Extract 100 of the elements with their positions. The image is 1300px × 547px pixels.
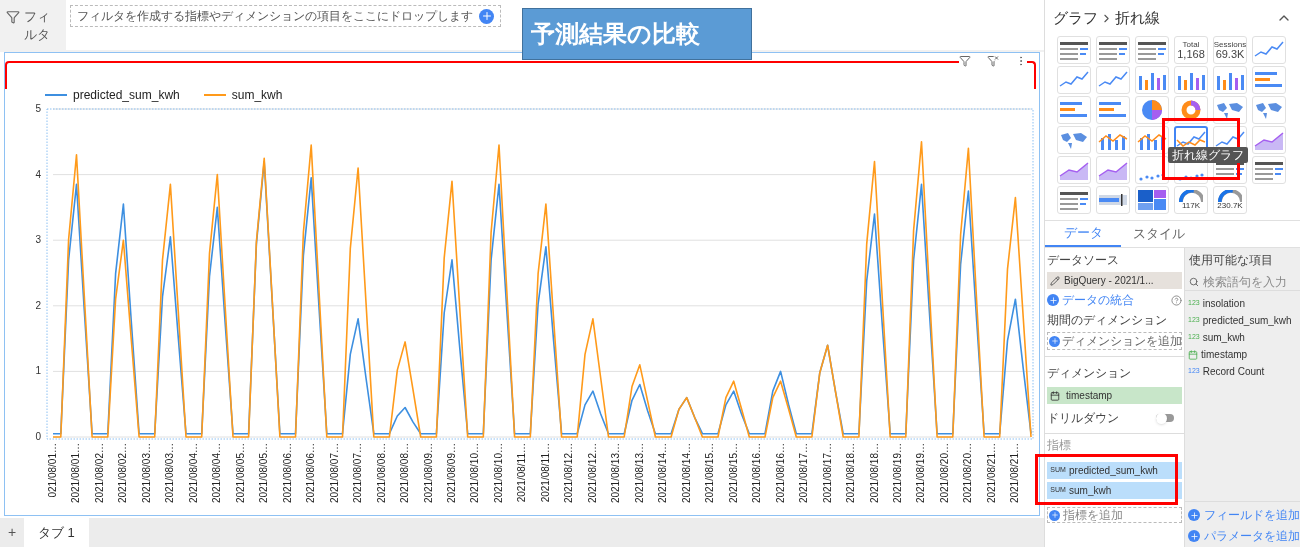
x-axis-label: 2021/08/10… (492, 443, 504, 503)
x-axis-label: 2021/08/19… (892, 443, 903, 503)
breadcrumb-item: 折れ線 (1115, 7, 1160, 28)
bullet-chart-icon (1098, 193, 1128, 207)
x-axis-label: 2021/08/05… (234, 443, 246, 503)
y-axis-label: 4 (35, 168, 41, 180)
line-chart-icon (1254, 40, 1284, 60)
x-axis-label: 2021/08/14… (657, 443, 669, 503)
line-chart-icon (1176, 130, 1206, 150)
x-axis-label: 2021/08/04… (211, 443, 223, 503)
search-icon (1189, 276, 1199, 287)
x-axis-label: 2021/08/18… (868, 443, 880, 503)
filter-icon[interactable] (959, 55, 971, 67)
section-heading: 使用可能な項目 (1188, 252, 1274, 269)
x-axis-label: 2021/08/18… (845, 443, 857, 503)
x-axis-label: 2021/08/16… (751, 443, 763, 503)
x-axis-label: 2021/08/15… (704, 443, 716, 503)
line-chart-icon (1098, 70, 1128, 90)
panel-tab[interactable]: スタイル (1121, 221, 1197, 247)
x-axis-label: 2021/08/11… (539, 443, 551, 503)
horizontal-bar-chart-icon (1098, 100, 1128, 120)
available-field[interactable]: timestamp (1188, 348, 1298, 361)
pie-chart-icon (1141, 99, 1163, 121)
section-heading: ディメンション (1047, 365, 1132, 382)
panel-tab[interactable]: データ (1045, 221, 1121, 247)
x-axis-label: 2021/08/06… (281, 443, 293, 503)
dimension-chip[interactable]: timestamp (1047, 387, 1182, 404)
x-axis-label: 2021/08/05… (258, 443, 270, 503)
x-axis-label: 2021/08/10… (469, 443, 481, 503)
filter-drop-zone[interactable]: フィルタを作成する指標やディメンションの項目をここにドロップします (70, 5, 501, 27)
x-axis-label: 2021/08/09… (446, 443, 457, 503)
horizontal-bar-chart-icon (1059, 100, 1089, 120)
x-axis-label: 2021/08/09… (422, 443, 434, 503)
x-axis-label: 2021/08/02… (117, 443, 129, 503)
add-metric-button[interactable]: 指標を追加 (1047, 507, 1182, 523)
x-axis-label: 2021/08/17… (798, 443, 810, 503)
x-axis-label: 2021/08/12… (563, 443, 575, 503)
bar-chart-icon (1215, 70, 1245, 90)
line-chart-icon (1059, 70, 1089, 90)
add-icon (1188, 530, 1200, 542)
x-axis-label: 2021/08/07… (352, 443, 364, 503)
x-axis-label: 2021/08/14… (680, 443, 692, 503)
add-icon (1047, 294, 1059, 306)
x-axis-label: 2021/08/13… (610, 443, 622, 503)
legend-label: predicted_sum_kwh (73, 87, 180, 104)
y-axis-label: 2 (35, 299, 41, 311)
chart-panel[interactable] (4, 52, 1040, 516)
area-chart-icon (1059, 160, 1089, 180)
world-map-icon (1060, 131, 1088, 149)
data-source-chip[interactable]: BigQuery - 2021/1... (1047, 272, 1182, 289)
table-chart-icon (1254, 161, 1284, 181)
table-chart-icon (1059, 191, 1089, 211)
donut-chart-icon (1180, 99, 1202, 121)
help-icon[interactable] (1171, 294, 1182, 306)
x-axis-label: 2021/08/07… (328, 443, 340, 503)
chart-type-option[interactable]: 117K (1174, 186, 1208, 214)
x-axis-label: 2021/08/06… (305, 443, 317, 503)
x-axis-label: 2021/08/20… (962, 443, 974, 503)
horizontal-bar-chart-icon (1254, 70, 1284, 90)
y-axis-label: 1 (35, 365, 41, 377)
area-chart-icon (1098, 160, 1128, 180)
x-axis-label: 2021/08/12… (586, 443, 598, 503)
table-chart-icon (1137, 41, 1167, 61)
x-axis-label: 2021/08/17… (821, 443, 833, 503)
x-axis-label: 2021/08/21… (1009, 443, 1021, 503)
x-axis-label: 2021/08/15… (727, 443, 739, 503)
world-map-icon (1216, 101, 1244, 119)
tooltip: 折れ線グラフ (1168, 147, 1248, 163)
filter-off-icon[interactable] (987, 55, 999, 67)
drilldown-switch[interactable] (1156, 414, 1174, 422)
x-axis-label: 2021/08/04… (187, 443, 199, 503)
add-icon[interactable] (479, 8, 494, 24)
section-heading: 期間のディメンション (1047, 312, 1168, 329)
x-axis-label: 2021/08/11… (516, 443, 528, 503)
x-axis-label: 2021/08/08… (375, 443, 387, 503)
x-axis-label: 2021/08/13… (633, 443, 645, 503)
section-heading: 指標 (1047, 437, 1072, 454)
add-tab-button[interactable]: + (0, 518, 24, 547)
calendar-icon (1050, 390, 1060, 401)
bar-chart-icon (1137, 70, 1167, 90)
x-axis-label: 2021/08/03… (164, 443, 176, 503)
bar-chart-icon (1176, 70, 1206, 90)
y-axis-label: 3 (35, 234, 41, 246)
x-axis-label: 2021/08/01… (70, 443, 82, 503)
drilldown-label: ドリルダウン (1047, 410, 1119, 427)
title-banner: 予測結果の比較 (522, 8, 752, 60)
add-dimension-button[interactable]: ディメンションを追加 (1047, 332, 1182, 350)
line-chart-icon (1215, 130, 1245, 150)
page-tab[interactable]: タブ 1 (24, 518, 89, 547)
legend-label: sum_kwh (231, 87, 283, 104)
y-axis-label: 0 (35, 431, 41, 442)
blend-data-link[interactable]: データの統合 (1062, 291, 1134, 309)
filter-label: フィルタ (24, 8, 51, 44)
x-axis-label: 2021/08/16… (774, 443, 786, 503)
area-chart-icon (1254, 130, 1284, 150)
add-icon (1188, 509, 1200, 521)
breadcrumb-item[interactable]: グラフ (1053, 6, 1098, 30)
add-icon (1049, 335, 1060, 347)
x-axis-label: 021/08/01… (47, 443, 58, 498)
filter-icon (6, 10, 20, 24)
